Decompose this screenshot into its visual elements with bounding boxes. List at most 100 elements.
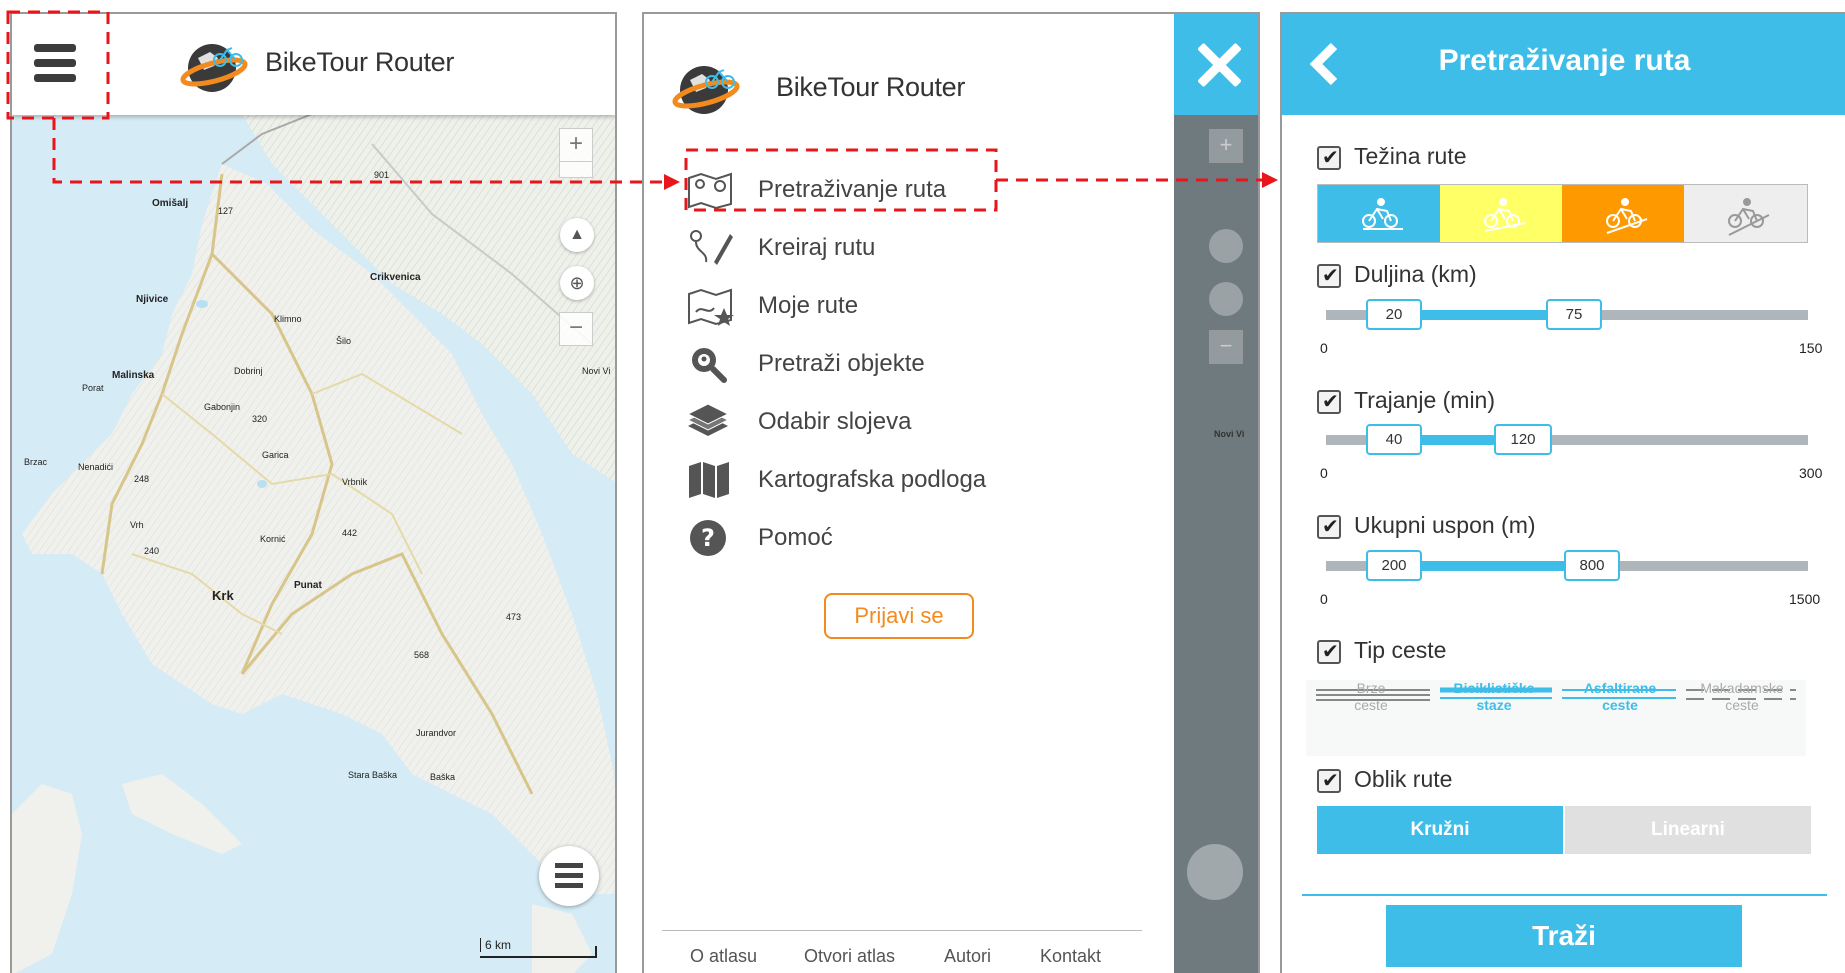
road-type-line1: Biciklističke (1453, 680, 1535, 696)
zoom-in-lower-segment (559, 162, 593, 178)
duration-min-handle[interactable]: 40 (1366, 424, 1422, 455)
ascent-min-label: 0 (1320, 591, 1328, 607)
place-label: Stara Baška (348, 770, 398, 780)
road-type-checkbox[interactable]: ✔ (1317, 640, 1341, 664)
list-view-dimmed-icon (1187, 844, 1243, 900)
road-type-gravel-roads[interactable]: Makadamske ceste (1684, 680, 1800, 714)
footer-divider (662, 930, 1142, 931)
footer-link-about[interactable]: O atlasu (690, 946, 757, 967)
elevation-label: 473 (506, 612, 522, 622)
menu-item-label: Odabir slojeva (758, 408, 912, 435)
place-label: Crikvenica (370, 272, 421, 283)
menu-item-basemap[interactable]: Kartografska podloga (686, 460, 1086, 500)
menu-item-help[interactable]: ? Pomoć (686, 518, 1086, 558)
duration-max-handle[interactable]: 120 (1494, 424, 1552, 455)
difficulty-easy-option[interactable] (1318, 185, 1440, 242)
duration-checkbox[interactable]: ✔ (1317, 390, 1341, 414)
difficulty-expert-option[interactable] (1684, 185, 1807, 242)
globe-bike-logo-icon (672, 66, 740, 114)
length-label: Duljina (km) (1354, 261, 1477, 287)
length-checkbox[interactable]: ✔ (1317, 264, 1341, 288)
road-type-line2: ceste (1602, 697, 1638, 713)
menu-screen: + − Novi Vi BikeTour Router Pretraživanj… (642, 12, 1260, 973)
road-type-label: Tip ceste (1354, 637, 1447, 663)
hamburger-menu-icon[interactable] (34, 44, 76, 86)
elevation-label: 442 (342, 528, 358, 538)
road-type-line2: staze (1476, 697, 1512, 713)
zoom-in-button[interactable]: + (559, 128, 593, 162)
footer-link-open-atlas[interactable]: Otvori atlas (804, 946, 895, 967)
cyclist-hard-icon (1606, 198, 1648, 234)
menu-item-create-route[interactable]: Kreiraj rutu (686, 228, 1086, 268)
difficulty-hard-option[interactable] (1562, 185, 1684, 242)
menu-item-label: Pomoć (758, 524, 833, 551)
elevation-label: 568 (414, 650, 430, 660)
help-icon: ? (690, 520, 726, 556)
cyclist-expert-icon (1728, 198, 1770, 236)
footer-divider (1302, 894, 1827, 896)
menu-item-layers[interactable]: Odabir slojeva (686, 402, 1086, 442)
arrow-head (1262, 172, 1278, 188)
place-label: Kornić (260, 534, 286, 544)
route-shape-checkbox[interactable]: ✔ (1317, 769, 1341, 793)
my-routes-icon (688, 288, 734, 326)
road-type-bike-paths[interactable]: Biciklističke staze (1436, 680, 1552, 714)
ascent-max-label: 1500 (1789, 591, 1821, 607)
close-icon (1196, 42, 1242, 88)
locate-dimmed-icon (1209, 282, 1243, 316)
dimmed-map-overlay[interactable]: + − Novi Vi (1174, 14, 1258, 973)
draw-route-icon (690, 230, 733, 265)
shape-circular-option[interactable]: Kružni (1317, 806, 1563, 854)
length-max-handle[interactable]: 75 (1546, 299, 1602, 330)
search-submit-button[interactable]: Traži (1386, 905, 1742, 967)
menu-item-my-routes[interactable]: Moje rute (686, 286, 1086, 326)
login-button[interactable]: Prijavi se (824, 593, 974, 639)
road-type-line1: Brze (1356, 680, 1386, 696)
app-brand-name: BikeTour Router (265, 47, 455, 77)
zoom-out-button[interactable]: − (559, 312, 593, 346)
place-label: Punat (294, 580, 322, 591)
duration-label: Trajanje (min) (1354, 387, 1496, 413)
road-type-asphalt-roads[interactable]: Asfaltirane ceste (1562, 680, 1678, 714)
locate-me-icon[interactable]: ⊕ (560, 266, 594, 300)
menu-item-label: Kreiraj rutu (758, 234, 876, 261)
menu-item-search-objects[interactable]: Pretraži objekte (686, 344, 1086, 384)
menu-item-route-search[interactable]: Pretraživanje ruta (686, 170, 1086, 210)
layers-icon (686, 403, 730, 436)
road-type-line2: ceste (1725, 697, 1759, 713)
ascent-checkbox[interactable]: ✔ (1317, 515, 1341, 539)
place-label: Omišalj (152, 198, 189, 209)
map-canvas[interactable] (12, 14, 617, 973)
difficulty-label: Težina rute (1354, 143, 1467, 169)
elevation-label: 240 (144, 546, 160, 556)
route-shape-label: Oblik rute (1354, 766, 1453, 792)
ascent-min-handle[interactable]: 200 (1366, 550, 1422, 581)
map-scale-label: 6 km (480, 938, 511, 952)
footer-link-authors[interactable]: Autori (944, 946, 991, 967)
zoom-out-dimmed: − (1209, 330, 1243, 364)
length-max-label: 150 (1799, 340, 1823, 356)
close-menu-button[interactable] (1174, 14, 1258, 115)
menu-item-label: Pretraživanje ruta (758, 176, 947, 203)
road-type-fast-roads[interactable]: Brze ceste (1316, 680, 1426, 714)
place-label: Porat (82, 383, 104, 393)
difficulty-medium-option[interactable] (1440, 185, 1562, 242)
difficulty-checkbox[interactable]: ✔ (1317, 146, 1341, 170)
globe-bike-logo-icon (180, 44, 248, 92)
side-menu: BikeTour Router Pretraživanje ruta Kreir… (644, 14, 1174, 973)
place-label: Vrh (130, 520, 144, 530)
ascent-max-handle[interactable]: 800 (1564, 550, 1620, 581)
length-min-handle[interactable]: 20 (1366, 299, 1422, 330)
search-header: Pretraživanje ruta (1282, 14, 1845, 115)
cyclist-medium-icon (1484, 198, 1526, 232)
app-brand-name: BikeTour Router (776, 72, 966, 102)
place-label: Krk (212, 588, 234, 603)
svg-text:?: ? (701, 524, 715, 552)
list-view-icon[interactable] (539, 846, 599, 906)
zoom-in-dimmed: + (1209, 129, 1243, 163)
compass-icon[interactable]: ▲ (560, 218, 594, 252)
elevation-label: 901 (374, 170, 390, 180)
footer-link-contact[interactable]: Kontakt (1040, 946, 1101, 967)
duration-max-label: 300 (1799, 465, 1823, 481)
shape-linear-option[interactable]: Linearni (1565, 806, 1811, 854)
